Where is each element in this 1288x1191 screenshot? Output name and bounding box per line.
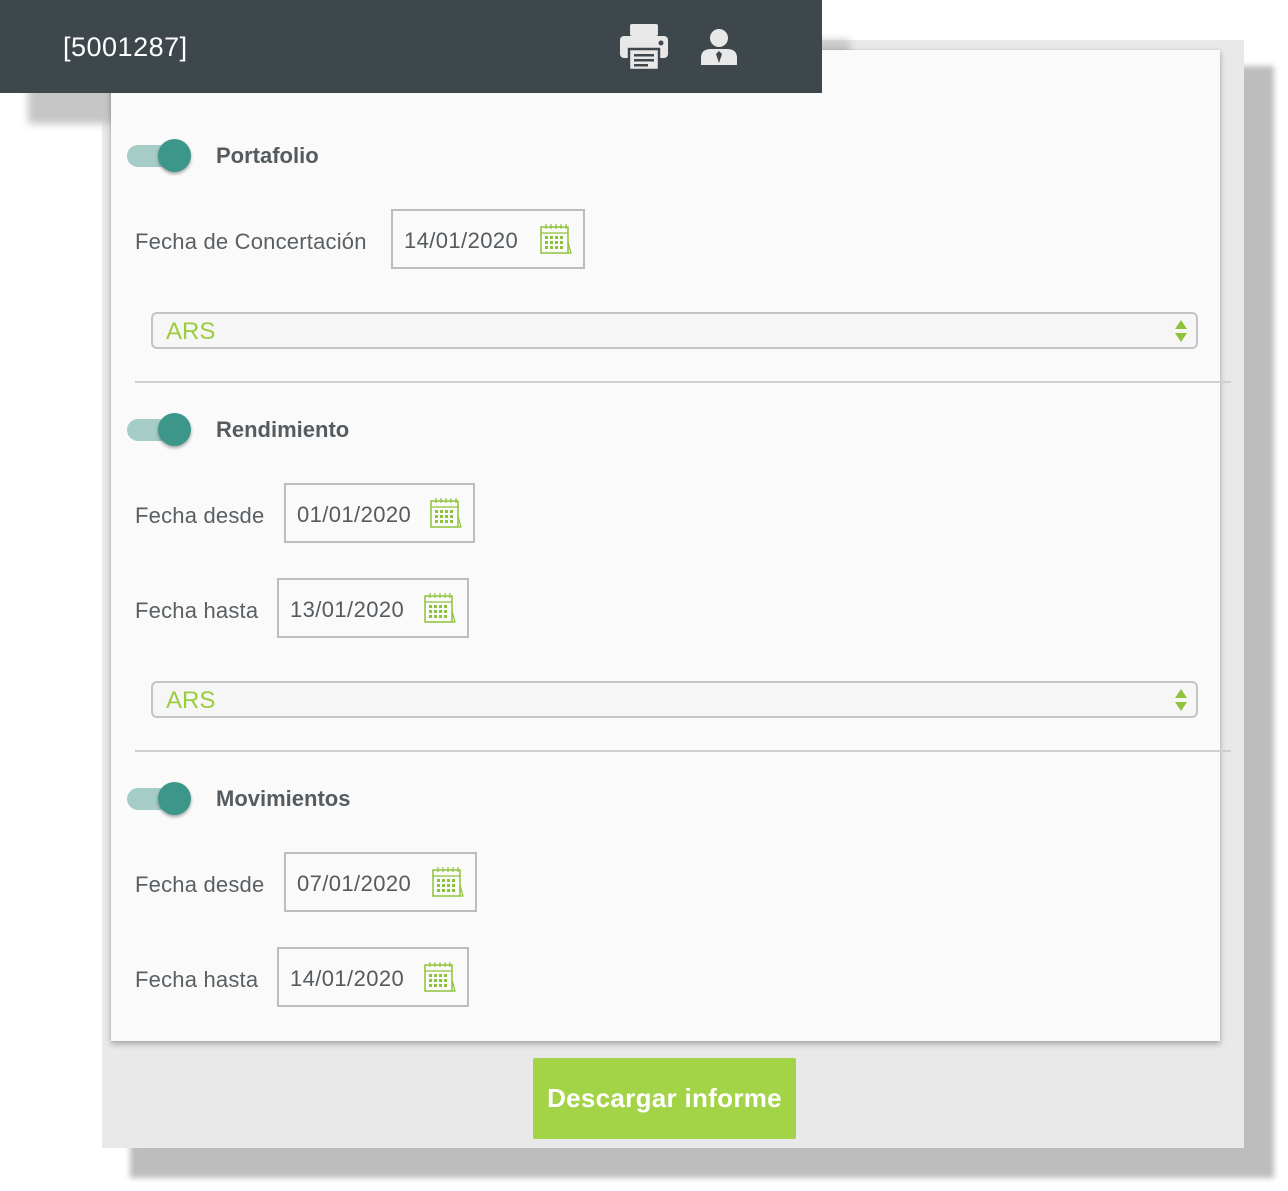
toggle-knob: [158, 413, 191, 446]
calendar-icon[interactable]: [423, 591, 457, 625]
rendimiento-desde-input[interactable]: 01/01/2020: [284, 483, 475, 543]
calendar-icon[interactable]: [539, 222, 573, 256]
calendar-icon[interactable]: [431, 865, 465, 899]
fecha-concertacion-label: Fecha de Concertación: [135, 229, 367, 254]
portafolio-toggle[interactable]: [127, 139, 193, 173]
select-arrows-icon: [1175, 320, 1187, 342]
rendimiento-currency-select[interactable]: ARS: [151, 681, 1198, 718]
user-profile-button[interactable]: [697, 25, 741, 67]
movimientos-hasta-label: Fecha hasta: [135, 967, 259, 992]
movimientos-toggle[interactable]: [127, 782, 193, 816]
fecha-concertacion-input[interactable]: 14/01/2020: [391, 209, 585, 269]
rendimiento-hasta-input[interactable]: 13/01/2020: [277, 578, 469, 638]
date-value: 14/01/2020: [290, 966, 405, 991]
top-bar: [5001287]: [0, 0, 822, 93]
rendimiento-toggle[interactable]: [127, 413, 193, 447]
print-button[interactable]: [618, 22, 670, 72]
movimientos-title: Movimientos: [216, 786, 351, 811]
rendimiento-desde-label: Fecha desde: [135, 503, 265, 528]
user-icon: [701, 29, 737, 65]
date-value: 14/01/2020: [404, 228, 519, 253]
selected-currency: ARS: [166, 687, 216, 714]
rendimiento-title: Rendimiento: [216, 417, 350, 442]
report-card: [111, 50, 1220, 1041]
date-value: 13/01/2020: [290, 597, 405, 622]
movimientos-hasta-input[interactable]: 14/01/2020: [277, 947, 469, 1007]
section-divider: [135, 750, 1231, 752]
select-arrows-icon: [1175, 689, 1187, 711]
printer-icon: [620, 24, 668, 72]
toggle-knob: [158, 139, 191, 172]
calendar-icon[interactable]: [429, 496, 463, 530]
movimientos-desde-label: Fecha desde: [135, 872, 265, 897]
date-value: 01/01/2020: [297, 502, 412, 527]
movimientos-desde-input[interactable]: 07/01/2020: [284, 852, 477, 912]
rendimiento-hasta-label: Fecha hasta: [135, 598, 259, 623]
account-number: [5001287]: [63, 32, 188, 62]
portafolio-currency-select[interactable]: ARS: [151, 312, 1198, 349]
selected-currency: ARS: [166, 318, 216, 345]
portafolio-title: Portafolio: [216, 143, 319, 168]
toggle-knob: [158, 782, 191, 815]
date-value: 07/01/2020: [297, 871, 412, 896]
section-divider: [135, 381, 1231, 383]
calendar-icon[interactable]: [423, 960, 457, 994]
download-report-button[interactable]: Descargar informe: [533, 1058, 796, 1139]
